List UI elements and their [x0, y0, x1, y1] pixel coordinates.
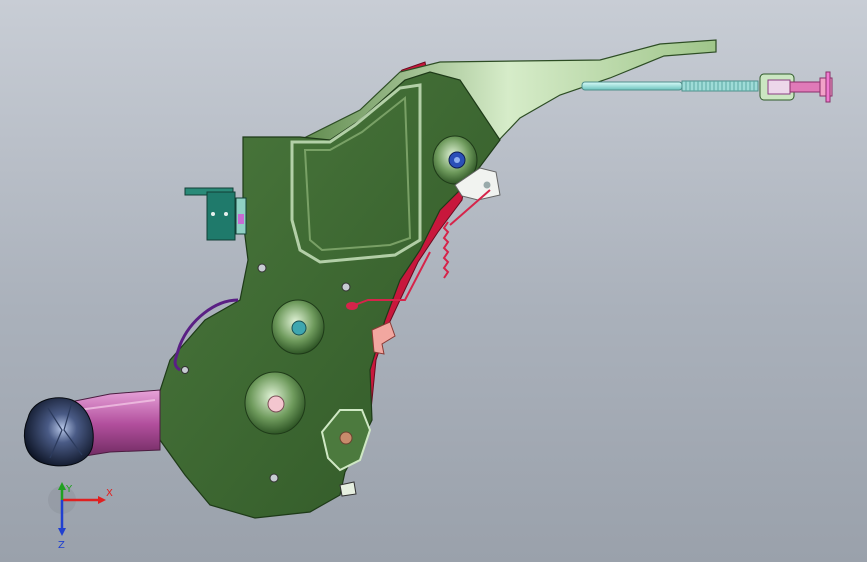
side-mounting-bracket[interactable]	[184, 187, 247, 241]
upper-pivot-pin-center	[454, 157, 460, 163]
threaded-rod[interactable]	[681, 80, 759, 92]
x-axis-head	[98, 496, 106, 504]
y-axis-head	[58, 482, 66, 490]
parking-brake-assembly-model[interactable]	[0, 0, 867, 562]
bottom-tab	[339, 481, 357, 497]
orientation-triad[interactable]: X Y Z	[40, 482, 120, 552]
z-axis-head	[58, 528, 66, 536]
link-plate-hole	[483, 181, 491, 189]
mount-hole-1	[257, 263, 267, 273]
mount-hole-3	[269, 473, 279, 483]
bracket-clip	[238, 214, 244, 224]
cable-clevis[interactable]	[759, 71, 833, 103]
mount-hole-2	[341, 282, 351, 292]
x-axis-label: X	[106, 488, 113, 499]
z-axis-label: Z	[58, 540, 65, 551]
y-axis-label: Y	[65, 484, 73, 495]
mount-hole-4	[181, 366, 189, 374]
middle-pivot-pin[interactable]	[291, 320, 307, 336]
rear-pivot-pin[interactable]	[339, 431, 353, 445]
lower-pivot-pin[interactable]	[267, 395, 285, 413]
cable-rod[interactable]	[581, 81, 683, 91]
release-knob[interactable]	[23, 397, 94, 467]
spring-hook	[346, 302, 358, 310]
cad-viewport[interactable]: X Y Z	[0, 0, 867, 562]
